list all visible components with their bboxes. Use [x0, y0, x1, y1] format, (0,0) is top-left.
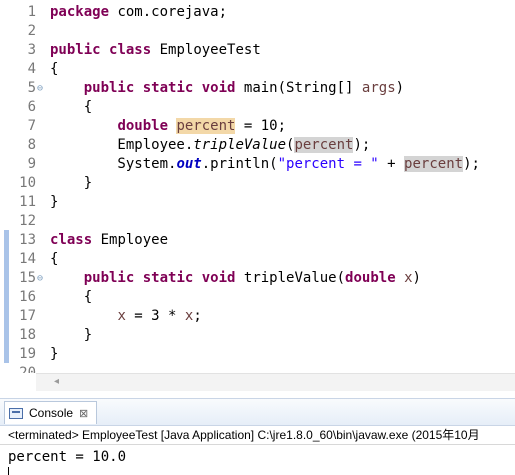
- code-line[interactable]: 20: [0, 364, 515, 373]
- code-line[interactable]: 14 {: [0, 250, 515, 269]
- code-line[interactable]: 16 {: [0, 288, 515, 307]
- line-number: 13: [19, 232, 36, 248]
- line-number: 8: [27, 137, 36, 153]
- line-number: 3: [27, 42, 36, 58]
- line-number: 18: [19, 327, 36, 343]
- code-line[interactable]: 1 package com.corejava;: [0, 3, 515, 22]
- scroll-left-icon[interactable]: ◂: [54, 376, 59, 387]
- code-text: }: [50, 175, 93, 191]
- line-number: 16: [19, 289, 36, 305]
- fold-toggle-icon[interactable]: ⊖: [37, 79, 43, 98]
- line-number: 10: [19, 175, 36, 191]
- line-number: 5: [27, 80, 36, 96]
- line-number: 1: [27, 4, 36, 20]
- console-status-text: <terminated> EmployeeTest [Java Applicat…: [8, 428, 480, 442]
- code-text: Employee.tripleValue(percent);: [50, 137, 371, 153]
- code-text: class Employee: [50, 232, 169, 248]
- fold-toggle-icon[interactable]: ⊖: [37, 269, 43, 288]
- code-line[interactable]: 19}: [0, 345, 515, 364]
- tab-console[interactable]: Console ⊠: [4, 401, 98, 424]
- code-text: {: [50, 99, 93, 115]
- code-text: double percent = 10;: [117, 118, 287, 134]
- code-text: {: [50, 289, 93, 305]
- line-number: 7: [27, 118, 36, 134]
- code-text: public static void main(String[] args): [83, 80, 405, 96]
- code-line[interactable]: 12: [0, 212, 515, 231]
- code-line[interactable]: 3 public class EmployeeTest: [0, 41, 515, 60]
- code-line[interactable]: 18 }: [0, 326, 515, 345]
- line-number: 2: [27, 23, 36, 39]
- code-text: public class EmployeeTest: [50, 42, 261, 58]
- code-text: }: [50, 346, 59, 362]
- code-line[interactable]: 8 Employee.tripleValue(percent);: [0, 136, 515, 155]
- code-text: package com.corejava;: [50, 4, 228, 20]
- tab-console-label: Console: [29, 406, 74, 420]
- console-view-header: Console ⊠: [0, 398, 515, 426]
- code-editor[interactable]: 1 package com.corejava; 2 3 public class Emp…: [0, 0, 515, 373]
- code-line[interactable]: 13 class Employee: [0, 231, 515, 250]
- code-line[interactable]: 7 double percent = 10;: [0, 117, 515, 136]
- console-output-text: percent = 10.0: [8, 449, 127, 465]
- code-line[interactable]: 15 ⊖ public static void tripleValue(doubl…: [0, 269, 515, 288]
- line-number: 17: [19, 308, 36, 324]
- line-number: 4: [27, 61, 36, 77]
- code-text: System.out.println("percent = " + percen…: [50, 156, 480, 172]
- code-line[interactable]: 10 }: [0, 174, 515, 193]
- line-number: 19: [19, 346, 36, 362]
- horizontal-scrollbar[interactable]: ◂: [36, 373, 515, 391]
- code-text: x = 3 * x;: [117, 308, 202, 324]
- console-icon: [9, 407, 23, 419]
- console-output[interactable]: percent = 10.0: [0, 444, 515, 475]
- line-number: 9: [27, 156, 36, 172]
- code-line[interactable]: 9 System.out.println("percent = " + perc…: [0, 155, 515, 174]
- code-text: }: [50, 194, 59, 210]
- code-text: public static void tripleValue(double x): [83, 270, 421, 286]
- code-line[interactable]: 17 x = 3 * x;: [0, 307, 515, 326]
- code-line[interactable]: 2: [0, 22, 515, 41]
- code-lines[interactable]: 1 package com.corejava; 2 3 public class Emp…: [0, 3, 515, 373]
- code-line[interactable]: 4{: [0, 60, 515, 79]
- code-line[interactable]: 11}: [0, 193, 515, 212]
- text-caret: [8, 467, 9, 475]
- line-number: 6: [27, 99, 36, 115]
- line-number: 12: [19, 213, 36, 229]
- code-line[interactable]: 6 {: [0, 98, 515, 117]
- close-icon[interactable]: ⊠: [79, 407, 88, 420]
- code-text: {: [50, 251, 59, 267]
- line-number: 14: [19, 251, 36, 267]
- code-text: {: [50, 61, 59, 77]
- line-number: 15: [19, 270, 36, 286]
- code-text: }: [50, 327, 93, 343]
- line-number: 11: [19, 194, 36, 210]
- code-line[interactable]: 5 ⊖ public static void main(String[] args…: [0, 79, 515, 98]
- line-number: 20: [19, 365, 36, 373]
